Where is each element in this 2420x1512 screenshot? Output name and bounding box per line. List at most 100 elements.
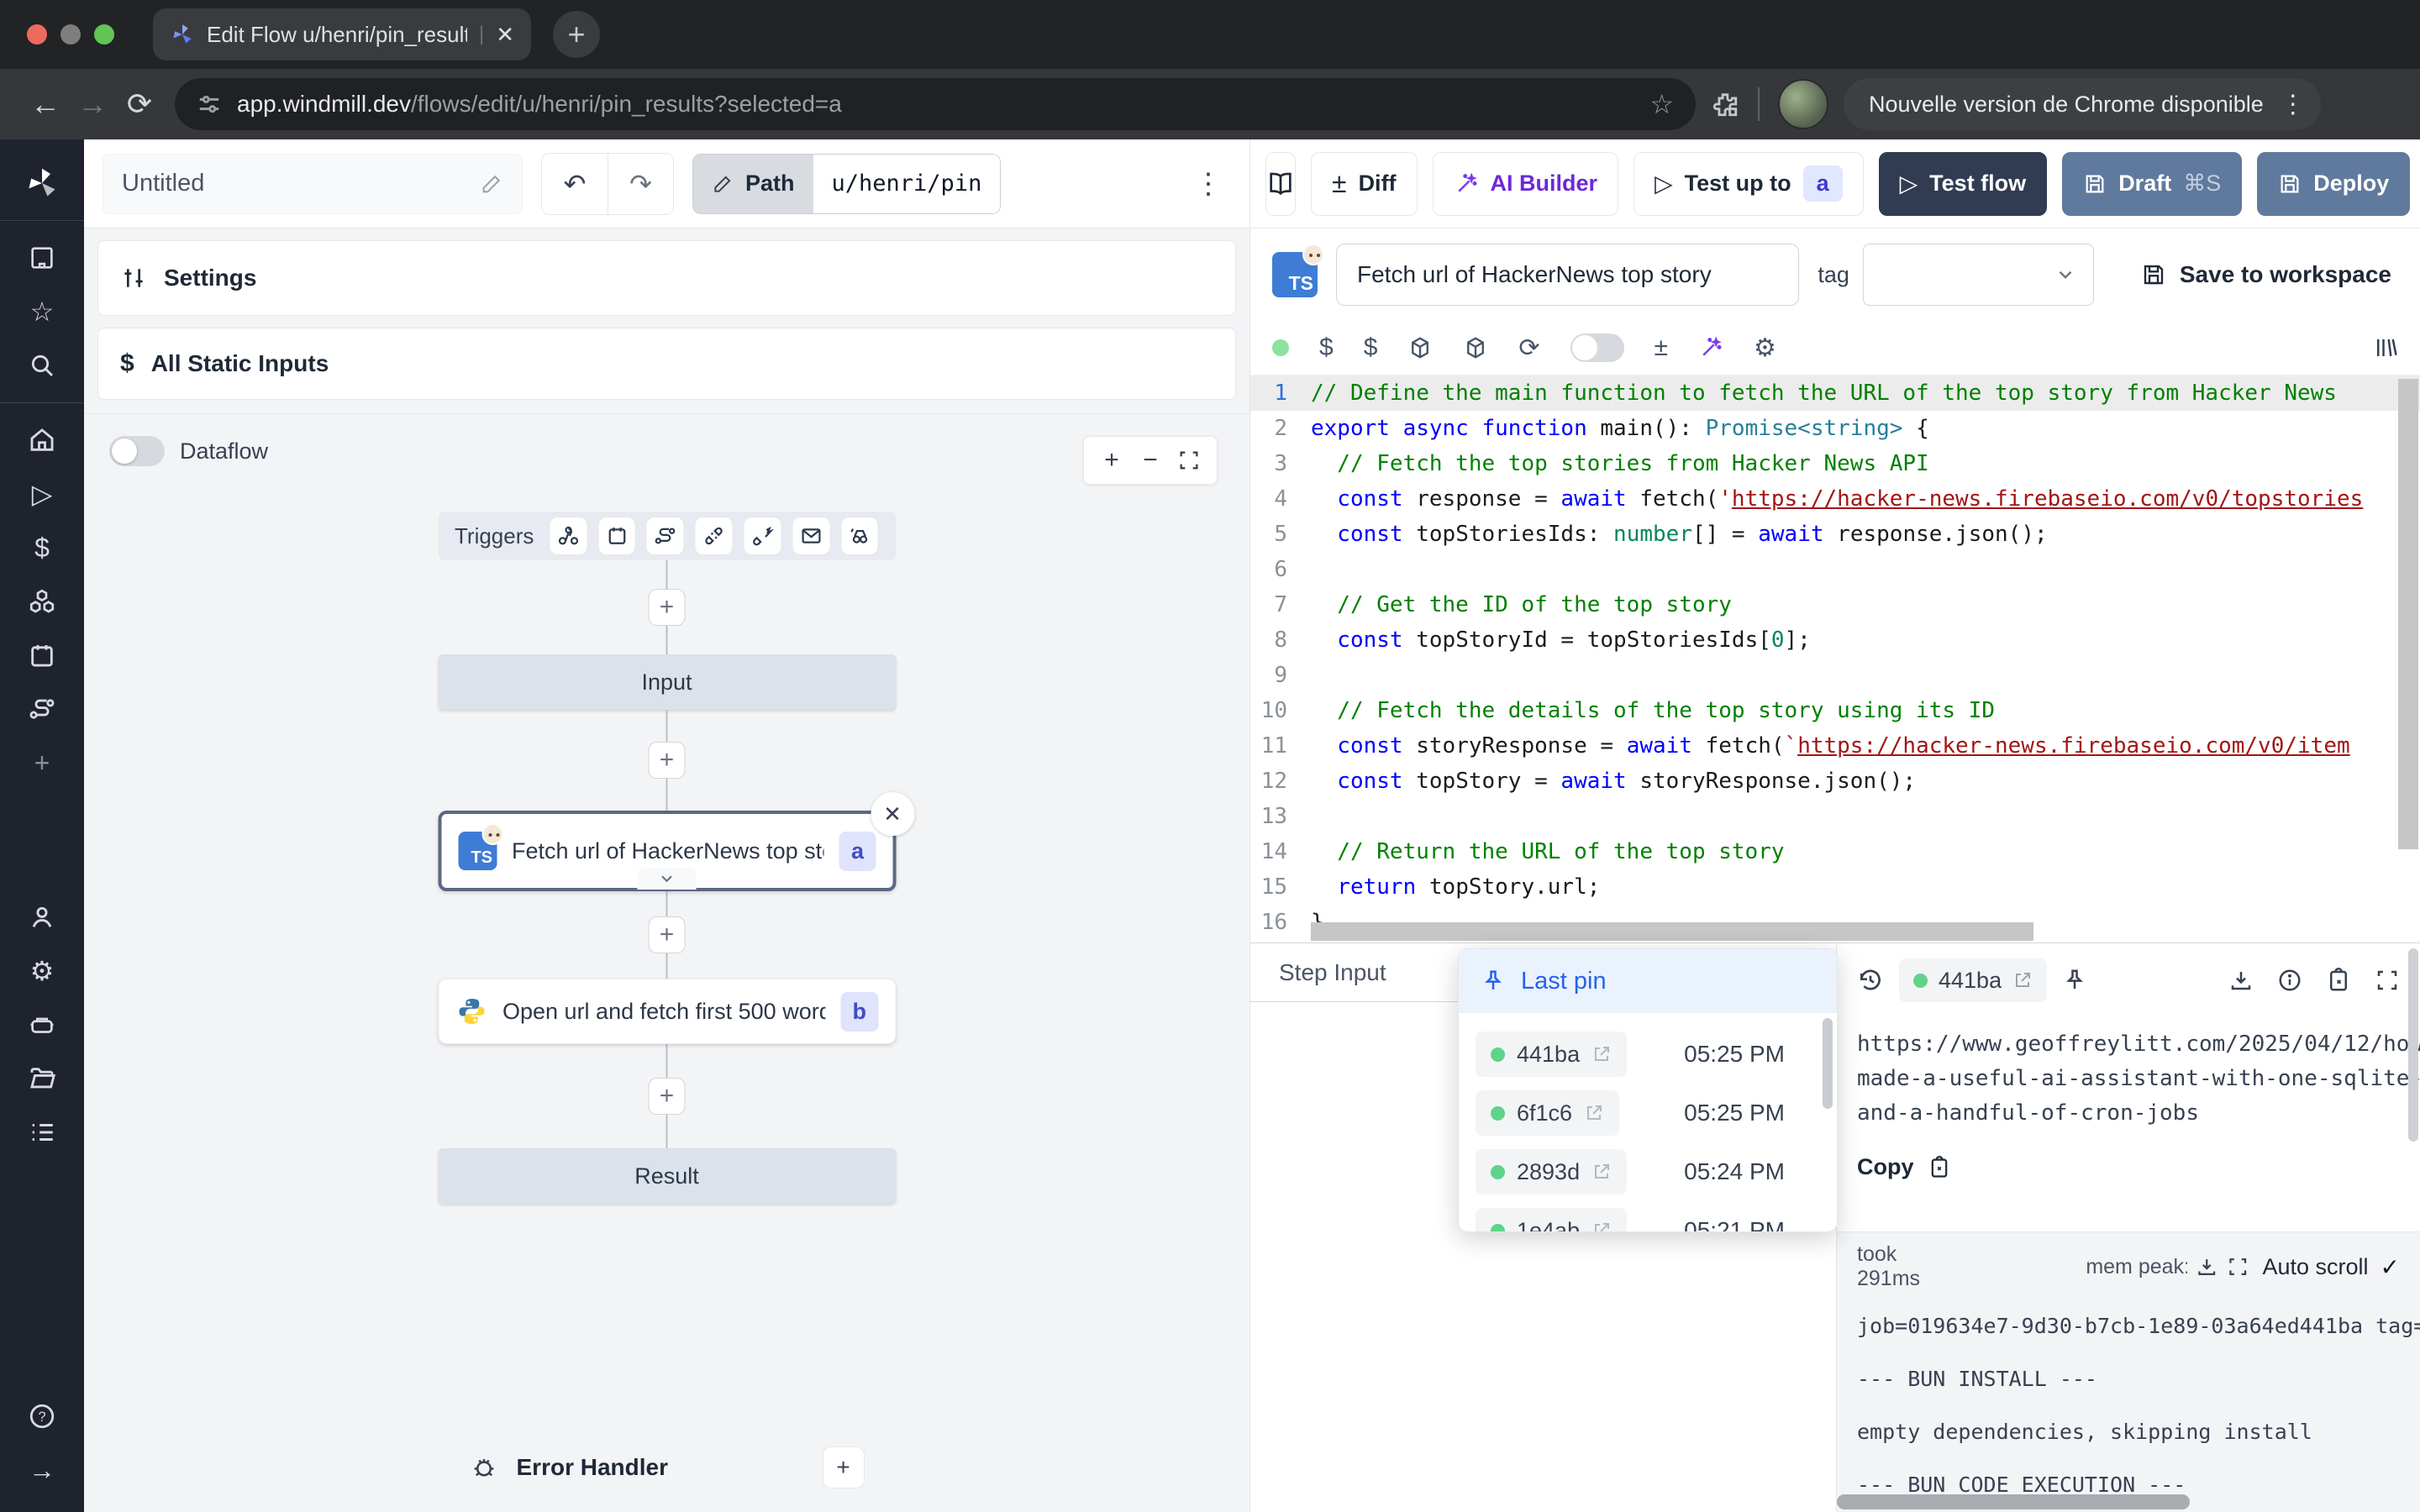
code-line[interactable]: 14 // Return the URL of the top story	[1250, 834, 2420, 869]
window-controls[interactable]	[27, 24, 114, 45]
input-node[interactable]: Input	[438, 654, 896, 710]
chevron-down-icon[interactable]	[638, 868, 697, 890]
help-icon[interactable]: ?	[0, 1394, 84, 1438]
address-bar[interactable]: app.windmill.dev/flows/edit/u/henri/pin_…	[175, 78, 1696, 130]
code-line[interactable]: 1// Define the main function to fetch th…	[1250, 375, 2420, 411]
favorites-icon[interactable]: ☆	[0, 290, 84, 333]
code-line[interactable]: 11 const storyResponse = await fetch(`ht…	[1250, 728, 2420, 764]
run-hash-chip[interactable]: 1e4ab	[1476, 1208, 1627, 1232]
resources-dollar-icon[interactable]: $	[1364, 333, 1378, 362]
tag-select[interactable]	[1863, 244, 2094, 306]
insert-step-button[interactable]: +	[649, 1078, 686, 1115]
auto-scroll-checkbox[interactable]: ✓	[2381, 1253, 2400, 1281]
save-to-workspace-button[interactable]: Save to workspace	[2141, 261, 2391, 288]
variables-icon[interactable]: $	[1319, 333, 1334, 362]
package-icon[interactable]	[1407, 335, 1433, 360]
result-run-chip[interactable]: 441ba	[1899, 958, 2047, 1002]
result-value[interactable]: https://www.geoffreylitt.com/2025/04/12/…	[1857, 1027, 2400, 1131]
route-trigger-button[interactable]	[646, 517, 685, 555]
code-line[interactable]: 15 return topStory.url;	[1250, 869, 2420, 905]
close-window-button[interactable]	[27, 24, 47, 45]
close-tab-icon[interactable]: ✕	[496, 22, 514, 48]
flow-name-input[interactable]: Untitled	[103, 154, 523, 214]
search-icon[interactable]	[0, 344, 84, 387]
ai-assist-wand-icon[interactable]	[1698, 335, 1723, 360]
webhook-trigger-button[interactable]	[549, 517, 587, 555]
code-line[interactable]: 12 const topStory = await storyResponse.…	[1250, 764, 2420, 799]
minimize-window-button[interactable]	[60, 24, 81, 45]
code-line[interactable]: 10 // Fetch the details of the top story…	[1250, 693, 2420, 728]
reload-icon[interactable]: ⟳	[116, 87, 163, 122]
external-link-icon[interactable]	[1591, 1044, 1612, 1064]
insert-step-button[interactable]: +	[649, 589, 686, 626]
expand-icon[interactable]	[2375, 968, 2400, 993]
ai-builder-button[interactable]: AI Builder	[1433, 152, 1619, 216]
code-editor[interactable]: 1// Define the main function to fetch th…	[1250, 375, 2420, 942]
step-node-a[interactable]: TS Fetch url of HackerNews top story a ✕	[438, 811, 896, 891]
plus-minus-icon[interactable]: ±	[1655, 333, 1668, 362]
folders-icon[interactable]	[0, 1057, 84, 1100]
code-line[interactable]: 13	[1250, 799, 2420, 834]
extensions-icon[interactable]	[1711, 90, 1739, 118]
external-link-icon[interactable]	[2012, 970, 2033, 990]
expand-icon[interactable]	[2227, 1255, 2249, 1278]
test-up-to-button[interactable]: ▷ Test up to a	[1634, 152, 1864, 216]
undo-button[interactable]: ↶	[542, 154, 608, 214]
editor-horizontal-scrollbar[interactable]	[1311, 922, 2033, 941]
draft-button[interactable]: Draft ⌘S	[2062, 152, 2242, 216]
code-line[interactable]: 3 // Fetch the top stories from Hacker N…	[1250, 446, 2420, 481]
routes-icon[interactable]	[0, 687, 84, 731]
copy-button[interactable]: Copy	[1857, 1154, 2400, 1180]
diff-button[interactable]: ± Diff	[1311, 152, 1418, 216]
external-link-icon[interactable]	[1584, 1103, 1604, 1123]
site-settings-icon[interactable]	[197, 92, 222, 117]
step-node-b[interactable]: Open url and fetch first 500 words of ..…	[438, 979, 896, 1044]
code-line[interactable]: 5 const topStoriesIds: number[] = await …	[1250, 517, 2420, 552]
schedules-icon[interactable]	[0, 633, 84, 677]
path-button-group[interactable]: Path u/henri/pin	[692, 154, 1001, 214]
history-icon[interactable]	[1857, 967, 1884, 994]
pin-history-item[interactable]: 2893d05:24 PM	[1476, 1149, 1820, 1194]
last-pin-option[interactable]: Last pin	[1459, 949, 1837, 1013]
edit-pencil-icon[interactable]	[480, 172, 503, 196]
run-hash-chip[interactable]: 441ba	[1476, 1032, 1627, 1077]
bookmark-star-icon[interactable]: ☆	[1649, 88, 1674, 120]
log-output[interactable]: job=019634e7-9d30-b7cb-1e89-03a64ed441ba…	[1857, 1299, 2400, 1511]
add-error-handler-button[interactable]: +	[823, 1446, 865, 1488]
external-link-icon[interactable]	[1591, 1221, 1612, 1232]
code-line[interactable]: 2export async function main(): Promise<s…	[1250, 411, 2420, 446]
clipboard-icon[interactable]	[2326, 968, 2351, 993]
insert-step-button[interactable]: +	[649, 742, 686, 779]
step-summary-input[interactable]: Fetch url of HackerNews top story	[1336, 244, 1799, 306]
add-icon[interactable]: +	[0, 741, 84, 785]
redo-button[interactable]: ↷	[608, 154, 673, 214]
path-value[interactable]: u/henri/pin	[813, 155, 1001, 213]
schedule-trigger-button[interactable]	[597, 517, 636, 555]
docs-book-button[interactable]	[1265, 152, 1296, 216]
workspace-icon[interactable]	[0, 236, 84, 280]
diff-mode-toggle[interactable]	[1570, 333, 1624, 362]
profile-avatar[interactable]	[1778, 79, 1828, 129]
code-line[interactable]: 7 // Get the ID of the top story	[1250, 587, 2420, 622]
insert-step-button[interactable]: +	[649, 916, 686, 953]
pin-history-item[interactable]: 441ba05:25 PM	[1476, 1032, 1820, 1077]
pin-history-item[interactable]: 1e4ab05:21 PM	[1476, 1208, 1820, 1232]
new-tab-button[interactable]: +	[553, 11, 600, 58]
zoom-in-icon[interactable]: +	[1092, 446, 1131, 475]
flow-settings-row[interactable]: Settings	[97, 240, 1236, 316]
logs-horizontal-scrollbar[interactable]	[1837, 1494, 2190, 1509]
external-link-icon[interactable]	[1591, 1162, 1612, 1182]
editor-vertical-scrollbar[interactable]	[2398, 379, 2418, 849]
pin-history-item[interactable]: 6f1c605:25 PM	[1476, 1090, 1820, 1136]
runs-icon[interactable]: ▷	[0, 472, 84, 516]
flow-graph-canvas[interactable]: Dataflow + − Triggers	[84, 413, 1249, 1512]
dropdown-scrollbar[interactable]	[1823, 1018, 1833, 1109]
result-scrollbar[interactable]	[2408, 948, 2418, 1142]
resources-icon[interactable]	[0, 580, 84, 623]
browser-menu-icon[interactable]: ⋮	[2281, 90, 2306, 119]
fit-view-icon[interactable]	[1170, 449, 1208, 472]
chrome-update-chip[interactable]: Nouvelle version de Chrome disponible ⋮	[1844, 78, 2321, 130]
settings-gear-icon[interactable]: ⚙	[0, 949, 84, 993]
pin-icon[interactable]	[2062, 968, 2087, 993]
workers-icon[interactable]	[0, 1003, 84, 1047]
